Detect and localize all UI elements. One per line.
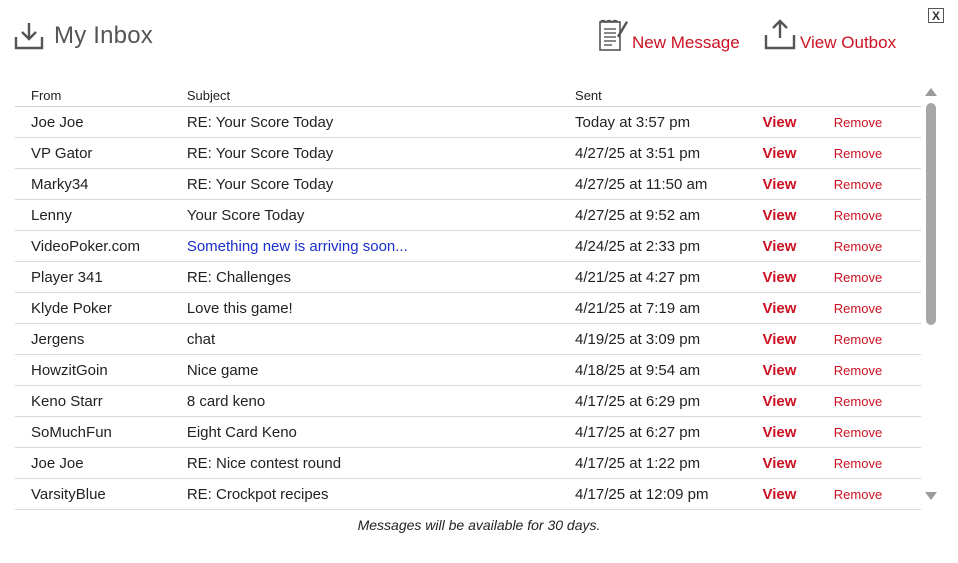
table-row[interactable]: Jergens chat 4/19/25 at 3:09 pm View Rem… bbox=[15, 323, 921, 355]
close-button[interactable]: X bbox=[928, 8, 944, 23]
table-row[interactable]: Keno Starr 8 card keno 4/17/25 at 6:29 p… bbox=[15, 385, 921, 417]
scroll-down-arrow-icon[interactable] bbox=[925, 492, 937, 500]
message-subject: Love this game! bbox=[186, 292, 576, 324]
message-subject: RE: Your Score Today bbox=[186, 168, 576, 200]
message-subject: RE: Challenges bbox=[186, 261, 576, 293]
view-message-link[interactable]: View bbox=[763, 145, 797, 162]
message-from: Jergens bbox=[15, 323, 187, 355]
remove-message-link[interactable]: Remove bbox=[834, 363, 882, 378]
inbox-download-icon bbox=[14, 21, 44, 51]
scroll-up-arrow-icon[interactable] bbox=[925, 88, 937, 96]
scrollbar-thumb[interactable] bbox=[926, 103, 936, 325]
table-row[interactable]: Marky34 RE: Your Score Today 4/27/25 at … bbox=[15, 168, 921, 200]
page-title: My Inbox bbox=[54, 22, 153, 49]
table-row[interactable]: Player 341 RE: Challenges 4/21/25 at 4:2… bbox=[15, 261, 921, 293]
message-from: Player 341 bbox=[15, 261, 187, 293]
table-header-row: From Subject Sent bbox=[15, 84, 921, 107]
view-message-link[interactable]: View bbox=[763, 455, 797, 472]
remove-message-link[interactable]: Remove bbox=[834, 301, 882, 316]
remove-message-link[interactable]: Remove bbox=[834, 146, 882, 161]
view-outbox-button[interactable]: View Outbox bbox=[764, 18, 896, 57]
remove-message-link[interactable]: Remove bbox=[834, 208, 882, 223]
view-message-link[interactable]: View bbox=[763, 207, 797, 224]
message-sent: 4/17/25 at 1:22 pm bbox=[575, 447, 763, 479]
new-message-label: New Message bbox=[632, 32, 740, 52]
message-from: Joe Joe bbox=[15, 106, 187, 138]
message-sent: 4/21/25 at 7:19 am bbox=[575, 292, 763, 324]
view-message-link[interactable]: View bbox=[763, 362, 797, 379]
column-header-sent: Sent bbox=[575, 84, 763, 107]
table-row[interactable]: Klyde Poker Love this game! 4/21/25 at 7… bbox=[15, 292, 921, 324]
message-sent: 4/21/25 at 4:27 pm bbox=[575, 261, 763, 293]
table-row[interactable]: VarsityBlue RE: Crockpot recipes 4/17/25… bbox=[15, 478, 921, 510]
remove-message-link[interactable]: Remove bbox=[834, 394, 882, 409]
message-subject: RE: Crockpot recipes bbox=[186, 478, 576, 510]
notepad-icon bbox=[598, 18, 628, 57]
view-message-link[interactable]: View bbox=[763, 424, 797, 441]
message-subject: Nice game bbox=[186, 354, 576, 386]
table-row[interactable]: Lenny Your Score Today 4/27/25 at 9:52 a… bbox=[15, 199, 921, 231]
message-sent: 4/19/25 at 3:09 pm bbox=[575, 323, 763, 355]
message-subject: RE: Your Score Today bbox=[186, 106, 576, 138]
remove-message-link[interactable]: Remove bbox=[834, 425, 882, 440]
message-from: Joe Joe bbox=[15, 447, 187, 479]
new-message-button[interactable]: New Message bbox=[598, 18, 740, 57]
message-subject: RE: Your Score Today bbox=[186, 137, 576, 169]
view-message-link[interactable]: View bbox=[763, 238, 797, 255]
view-message-link[interactable]: View bbox=[763, 114, 797, 131]
message-subject: 8 card keno bbox=[186, 385, 576, 417]
message-from: Klyde Poker bbox=[15, 292, 187, 324]
message-from: VideoPoker.com bbox=[15, 230, 187, 262]
message-from: HowzitGoin bbox=[15, 354, 187, 386]
message-from: Keno Starr bbox=[15, 385, 187, 417]
table-row[interactable]: Joe Joe RE: Your Score Today Today at 3:… bbox=[15, 106, 921, 138]
view-message-link[interactable]: View bbox=[763, 393, 797, 410]
view-message-link[interactable]: View bbox=[763, 176, 797, 193]
remove-message-link[interactable]: Remove bbox=[834, 270, 882, 285]
messages-table: From Subject Sent Joe Joe RE: Your Score… bbox=[15, 84, 921, 510]
message-sent: Today at 3:57 pm bbox=[575, 106, 763, 138]
message-sent: 4/27/25 at 9:52 am bbox=[575, 199, 763, 231]
column-header-from: From bbox=[15, 84, 187, 107]
message-subject: Eight Card Keno bbox=[186, 416, 576, 448]
remove-message-link[interactable]: Remove bbox=[834, 115, 882, 130]
message-subject-link[interactable]: Something new is arriving soon... bbox=[187, 238, 408, 255]
table-row[interactable]: SoMuchFun Eight Card Keno 4/17/25 at 6:2… bbox=[15, 416, 921, 448]
message-sent: 4/24/25 at 2:33 pm bbox=[575, 230, 763, 262]
view-message-link[interactable]: View bbox=[763, 300, 797, 317]
message-sent: 4/17/25 at 12:09 pm bbox=[575, 478, 763, 510]
message-subject: Your Score Today bbox=[186, 199, 576, 231]
message-sent: 4/18/25 at 9:54 am bbox=[575, 354, 763, 386]
remove-message-link[interactable]: Remove bbox=[834, 487, 882, 502]
table-row[interactable]: Joe Joe RE: Nice contest round 4/17/25 a… bbox=[15, 447, 921, 479]
table-row[interactable]: HowzitGoin Nice game 4/18/25 at 9:54 am … bbox=[15, 354, 921, 386]
message-subject: RE: Nice contest round bbox=[186, 447, 576, 479]
message-from: VP Gator bbox=[15, 137, 187, 169]
column-header-subject: Subject bbox=[186, 84, 576, 107]
view-message-link[interactable]: View bbox=[763, 269, 797, 286]
table-row[interactable]: VideoPoker.com Something new is arriving… bbox=[15, 230, 921, 262]
message-sent: 4/17/25 at 6:27 pm bbox=[575, 416, 763, 448]
remove-message-link[interactable]: Remove bbox=[834, 239, 882, 254]
view-message-link[interactable]: View bbox=[763, 331, 797, 348]
view-message-link[interactable]: View bbox=[763, 486, 797, 503]
column-header-remove bbox=[833, 84, 921, 107]
retention-note: Messages will be available for 30 days. bbox=[357, 517, 601, 533]
remove-message-link[interactable]: Remove bbox=[834, 456, 882, 471]
message-from: VarsityBlue bbox=[15, 478, 187, 510]
remove-message-link[interactable]: Remove bbox=[834, 332, 882, 347]
message-sent: 4/27/25 at 3:51 pm bbox=[575, 137, 763, 169]
message-from: SoMuchFun bbox=[15, 416, 187, 448]
message-sent: 4/27/25 at 11:50 am bbox=[575, 168, 763, 200]
remove-message-link[interactable]: Remove bbox=[834, 177, 882, 192]
page-header: My Inbox bbox=[14, 18, 153, 54]
message-sent: 4/17/25 at 6:29 pm bbox=[575, 385, 763, 417]
table-row[interactable]: VP Gator RE: Your Score Today 4/27/25 at… bbox=[15, 137, 921, 169]
upload-icon bbox=[764, 18, 796, 57]
column-header-view bbox=[762, 84, 834, 107]
message-from: Lenny bbox=[15, 199, 187, 231]
message-subject: chat bbox=[186, 323, 576, 355]
message-from: Marky34 bbox=[15, 168, 187, 200]
view-outbox-label: View Outbox bbox=[800, 32, 897, 52]
